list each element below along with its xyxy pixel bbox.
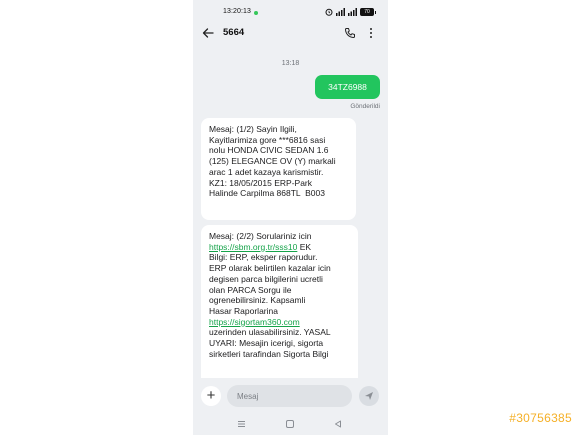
conversation-header: 5664 (193, 24, 388, 44)
sent-message-bubble[interactable]: 34TZ6988 (315, 75, 380, 99)
wifi-signal-icon (348, 8, 357, 16)
message-text-segment: uzerinden ulasabilirsiniz. YASAL UYARI: … (209, 327, 331, 359)
status-time: 13:20:13 (223, 8, 252, 15)
message-text-segment: Mesaj: (2/2) Sorulariniz icin (209, 231, 312, 241)
send-button[interactable] (359, 386, 379, 406)
recent-apps-icon[interactable] (237, 420, 246, 428)
status-indicator-dot (254, 11, 258, 15)
message-input[interactable] (227, 385, 352, 407)
send-icon (365, 392, 373, 400)
message-composer: + (193, 378, 388, 414)
status-bar: 13:20:13 70 (193, 0, 388, 24)
sent-status-label: Gönderildi (350, 103, 380, 110)
add-attachment-button[interactable]: + (201, 386, 221, 406)
status-icons: 70 (325, 6, 376, 18)
screenshot-stage: 13:20:13 70 5664 13:18 34TZ6988 Gönderil… (0, 0, 580, 435)
system-navigation-bar (193, 414, 388, 435)
alarm-icon (325, 8, 333, 16)
message-text: Mesaj: (1/2) Sayin Ilgili, Kayitlarimiza… (209, 124, 336, 199)
more-options-icon[interactable] (367, 27, 375, 39)
message-text: Mesaj: (2/2) Sorulariniz icin https://sb… (209, 231, 350, 359)
phone-call-icon[interactable] (344, 27, 356, 39)
message-text-segment: EK Bilgi: ERP, eksper raporudur. ERP ola… (209, 241, 331, 316)
phone-screen: 13:20:13 70 5664 13:18 34TZ6988 Gönderil… (193, 0, 388, 435)
plus-icon: + (206, 387, 216, 404)
back-arrow-icon[interactable] (201, 26, 215, 40)
contact-name: 5664 (223, 27, 245, 38)
signal-icon (336, 8, 345, 16)
home-icon[interactable] (286, 420, 294, 428)
message-time-label: 13:18 (281, 60, 300, 67)
sbm-link[interactable]: https://sbm.org.tr/sss10 (209, 242, 297, 252)
sigortam360-link[interactable]: https://sigortam360.com (209, 317, 300, 327)
system-back-icon[interactable] (334, 420, 342, 428)
watermark-id: #30756385 (509, 411, 572, 425)
received-message-bubble[interactable]: Mesaj: (1/2) Sayin Ilgili, Kayitlarimiza… (201, 118, 356, 220)
battery-icon: 70 (360, 8, 376, 16)
